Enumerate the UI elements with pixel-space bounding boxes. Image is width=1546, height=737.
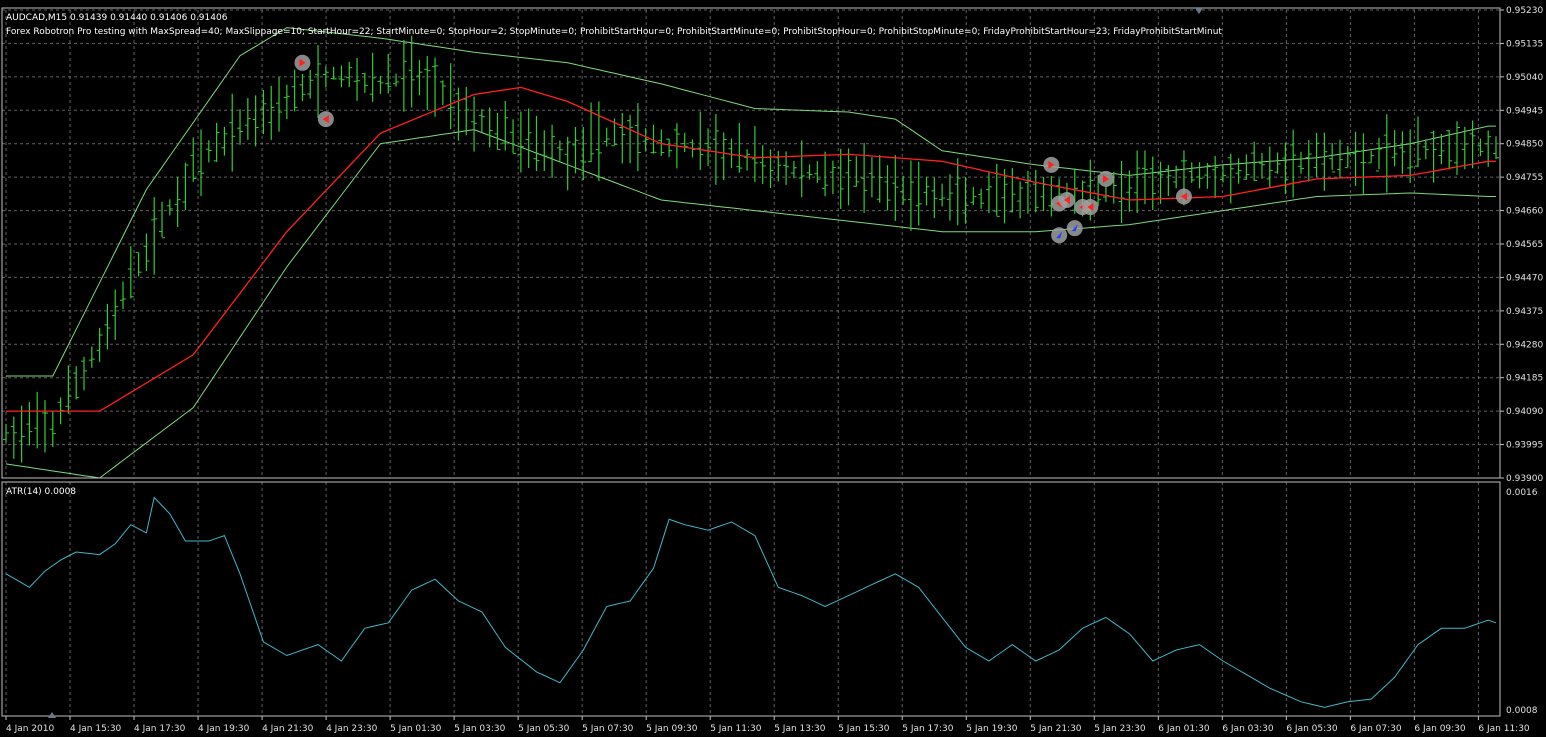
y-tick-label: 0.94185 [1506,374,1543,384]
trade-arrow-icon [1058,192,1075,209]
trade-arrow-icon [1066,220,1083,237]
chart-canvas: 0.95230 0.95135 0.95040 0.94945 0.94850 0.947… [0,0,1546,737]
x-tick-label: 5 Jan 21:30 [1030,724,1082,734]
x-tick-label: 5 Jan 07:30 [582,724,634,734]
y-tick-label: 0.94470 [1506,273,1543,283]
x-tick-label: 5 Jan 03:30 [454,724,506,734]
trade-arrow-icon [1051,227,1068,244]
y-tick-label: 0.94375 [1506,307,1543,317]
x-tick-label: 5 Jan 23:30 [1094,724,1146,734]
atr-y-tick-label: 0.0008 [1506,706,1538,716]
symbol-header: AUDCAD,M15 0.91439 0.91440 0.91406 0.914… [6,13,228,23]
x-tick-label: 5 Jan 15:30 [838,724,890,734]
x-tick-label: 4 Jan 23:30 [326,724,378,734]
y-tick-label: 0.95230 [1506,6,1543,16]
x-tick-label: 6 Jan 01:30 [1158,724,1210,734]
y-tick-label: 0.95040 [1506,73,1543,83]
x-tick-label: 5 Jan 19:30 [966,724,1018,734]
y-tick-label: 0.94090 [1506,407,1543,417]
atr-title: ATR(14) 0.0008 [6,487,76,497]
atr-y-tick-label: 0.0016 [1506,488,1538,498]
x-tick-label: 5 Jan 17:30 [902,724,954,734]
trade-arrow-icon [1082,199,1099,216]
x-tick-label: 6 Jan 09:30 [1414,724,1466,734]
x-tick-label: 5 Jan 01:30 [390,724,442,734]
x-tick-label: 4 Jan 15:30 [70,724,122,734]
trade-arrow-icon [317,111,334,128]
ea-parameters: Forex Robotron Pro testing with MaxSprea… [6,27,1222,37]
x-tick-label: 6 Jan 07:30 [1350,724,1402,734]
x-tick-label: 4 Jan 21:30 [262,724,314,734]
x-tick-label: 6 Jan 11:30 [1478,724,1530,734]
y-tick-label: 0.94565 [1506,240,1543,250]
trade-arrow-icon [294,54,311,71]
y-tick-label: 0.93900 [1506,474,1543,484]
y-tick-label: 0.95135 [1506,39,1543,49]
y-tick-label: 0.94660 [1506,207,1543,217]
y-tick-label: 0.94945 [1506,106,1543,116]
x-tick-label: 5 Jan 09:30 [646,724,698,734]
x-tick-label: 5 Jan 05:30 [518,724,570,734]
x-tick-label: 4 Jan 2010 [6,724,54,734]
x-tick-label: 6 Jan 03:30 [1222,724,1274,734]
trade-arrow-icon [1097,170,1114,187]
x-tick-label: 5 Jan 11:30 [710,724,762,734]
y-tick-label: 0.93995 [1506,441,1543,451]
x-tick-label: 4 Jan 17:30 [134,724,186,734]
y-tick-label: 0.94755 [1506,173,1543,183]
x-tick-label: 4 Jan 19:30 [198,724,250,734]
x-tick-label: 6 Jan 05:30 [1286,724,1338,734]
y-tick-label: 0.94280 [1506,340,1543,350]
trade-arrow-icon [1175,188,1192,205]
x-tick-label: 5 Jan 13:30 [774,724,826,734]
trade-arrow-icon [1043,156,1060,173]
y-tick-label: 0.94850 [1506,140,1543,150]
